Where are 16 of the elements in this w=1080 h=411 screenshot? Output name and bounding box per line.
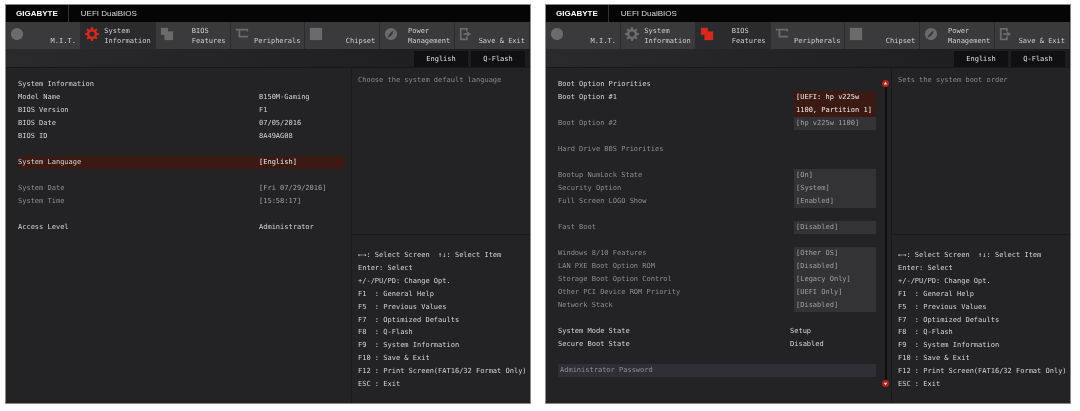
squares-icon xyxy=(159,27,174,41)
leaf-icon xyxy=(924,27,939,41)
disc-icon xyxy=(550,27,564,41)
disc-icon xyxy=(10,27,24,41)
scroll-down-icon xyxy=(882,380,889,387)
chip-icon xyxy=(849,27,864,41)
product-name: UEFI DualBIOS xyxy=(619,9,677,18)
chip-icon xyxy=(309,27,324,41)
gear-icon xyxy=(84,27,99,41)
bracket-icon xyxy=(774,27,789,41)
gear-icon xyxy=(624,27,639,41)
product-name: UEFI DualBIOS xyxy=(79,9,137,18)
squares-icon xyxy=(699,27,714,41)
scroll-up-icon xyxy=(882,80,889,87)
bracket-icon xyxy=(234,27,249,41)
leaf-icon xyxy=(384,27,399,41)
